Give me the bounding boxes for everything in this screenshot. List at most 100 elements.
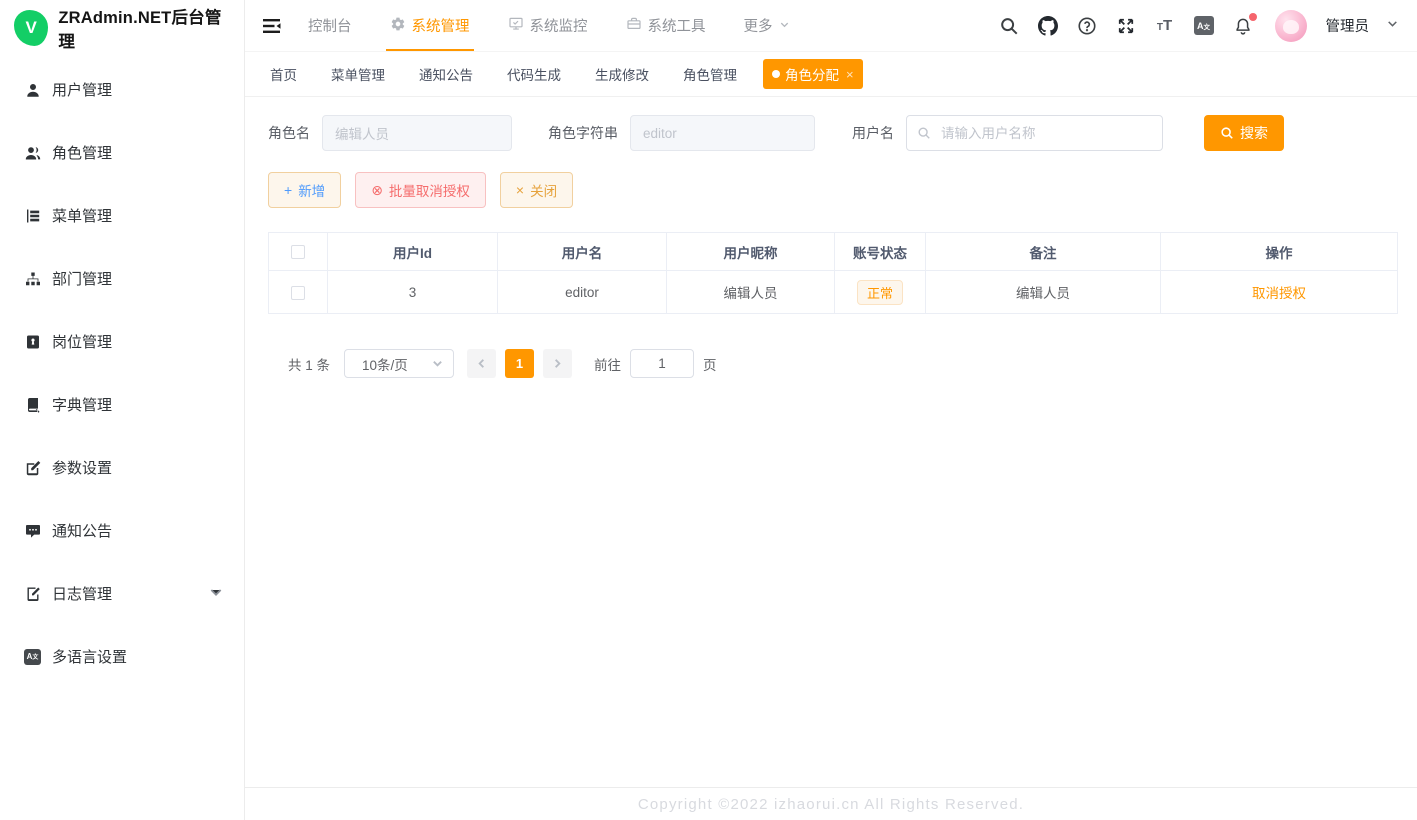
select-all-checkbox[interactable] [291,245,305,259]
chevron-left-icon [476,358,487,369]
fullscreen-icon[interactable] [1115,15,1137,37]
copyright-text: Copyright ©2022 izhaorui.cn All Rights R… [638,796,1024,813]
row-select-cell [269,271,328,314]
sidebar-item-label: 字典管理 [52,394,112,415]
sidebar-item-menus[interactable]: 菜单管理 [0,184,244,247]
cell-remark: 编辑人员 [926,271,1161,314]
sidebar-item-logs[interactable]: 日志管理 [0,562,244,625]
help-icon[interactable] [1076,15,1098,37]
next-page-button[interactable] [543,349,572,378]
logo-row[interactable]: V ZRAdmin.NET后台管理 [0,0,244,56]
sidebar-item-label: 通知公告 [52,520,112,541]
gear-icon [390,16,406,36]
tab-generate-modify[interactable]: 生成修改 [595,64,649,84]
cancel-auth-link[interactable]: 取消授权 [1252,286,1306,301]
nav-item-system-tools[interactable]: 系统工具 [626,0,706,51]
table-row: 3 editor 编辑人员 正常 编辑人员 取消授权 [269,271,1398,314]
app-logo: V [14,10,48,46]
github-icon[interactable] [1037,15,1059,37]
search-icon[interactable] [998,15,1020,37]
sidebar-item-languages[interactable]: A文 多语言设置 [0,625,244,688]
nav-item-system-management[interactable]: 系统管理 [390,0,470,51]
sidebar-item-label: 菜单管理 [52,205,112,226]
tab-code-generation[interactable]: 代码生成 [507,64,561,84]
user-name-input-wrap [906,115,1163,151]
font-size-icon[interactable]: TT [1154,15,1176,37]
col-actions: 操作 [1161,233,1398,271]
batch-cancel-auth-button[interactable]: ⊗ 批量取消授权 [355,172,486,208]
close-icon[interactable]: × [846,67,854,82]
page-content: 角色名 角色字符串 用户名 搜索 + 新增 ⊗ 批量取消授权 [245,97,1417,787]
top-header: 控制台 系统管理 系统监控 系统工具 更多 TT [245,0,1417,52]
tab-menu-management[interactable]: 菜单管理 [331,64,385,84]
sidebar-item-parameters[interactable]: 参数设置 [0,436,244,499]
role-key-field[interactable] [630,115,815,151]
chevron-down-icon [432,358,443,369]
pagination: 共 1 条 10条/页 1 前往 页 [288,349,1397,378]
user-name[interactable]: 管理员 [1326,15,1370,36]
circle-close-icon: ⊗ [371,183,383,197]
batch-cancel-auth-label: 批量取消授权 [389,180,470,200]
goto-label: 前往 [594,354,621,374]
status-badge: 正常 [857,280,903,305]
close-icon: × [516,183,524,197]
page-size-select[interactable]: 10条/页 [344,349,454,378]
row-checkbox[interactable] [291,286,305,300]
tab-role-management[interactable]: 角色管理 [683,64,737,84]
filter-form: 角色名 角色字符串 用户名 搜索 [268,115,1397,151]
user-name-label: 用户名 [852,123,894,143]
nav-item-console[interactable]: 控制台 [308,0,352,51]
tab-role-assign-active[interactable]: 角色分配 × [763,59,863,89]
sidebar-item-users[interactable]: 用户管理 [0,58,244,121]
sidebar-item-dictionary[interactable]: 字典管理 [0,373,244,436]
toolbar: + 新增 ⊗ 批量取消授权 × 关闭 [268,172,1397,208]
sidebar-item-label: 日志管理 [52,583,112,604]
col-user-id: 用户Id [328,233,498,271]
translate-icon[interactable]: A文 [1193,15,1215,37]
collapse-sidebar-icon[interactable] [263,0,282,51]
sidebar-item-roles[interactable]: 角色管理 [0,121,244,184]
sidebar-item-label: 参数设置 [52,457,112,478]
goto-page-input[interactable] [630,349,694,378]
top-nav: 控制台 系统管理 系统监控 系统工具 更多 [308,0,790,51]
search-button[interactable]: 搜索 [1204,115,1284,151]
close-button-label: 关闭 [530,180,557,200]
active-tab-label: 角色分配 [785,64,839,84]
close-button[interactable]: × 关闭 [500,172,573,208]
role-name-field[interactable] [322,115,512,151]
add-button[interactable]: + 新增 [268,172,341,208]
nav-item-more[interactable]: 更多 [744,0,790,51]
sidebar-menu: 用户管理 角色管理 菜单管理 部门管理 岗位管理 字典管理 参数设置 通知公告 [0,58,244,688]
sidebar-item-departments[interactable]: 部门管理 [0,247,244,310]
col-user-name: 用户名 [498,233,667,271]
role-name-label: 角色名 [268,123,310,143]
users-icon [24,144,41,161]
plus-icon: + [284,183,292,197]
cell-action: 取消授权 [1161,271,1398,314]
avatar[interactable] [1275,10,1307,42]
chevron-down-icon[interactable] [1386,17,1399,35]
sidebar: V ZRAdmin.NET后台管理 用户管理 角色管理 菜单管理 部门管理 岗位… [0,0,245,820]
col-nick-name: 用户昵称 [667,233,835,271]
bell-icon[interactable] [1232,15,1254,37]
nav-item-system-monitor[interactable]: 系统监控 [508,0,588,51]
toolbox-icon [626,16,642,36]
table-header-row: 用户Id 用户名 用户昵称 账号状态 备注 操作 [269,233,1398,271]
cell-user-name: editor [498,271,667,314]
footer: Copyright ©2022 izhaorui.cn All Rights R… [245,787,1417,820]
header-actions: TT A文 管理员 [998,0,1400,51]
sidebar-item-notices[interactable]: 通知公告 [0,499,244,562]
prev-page-button[interactable] [467,349,496,378]
page-unit-label: 页 [703,354,717,374]
sidebar-item-posts[interactable]: 岗位管理 [0,310,244,373]
search-icon [1220,126,1234,140]
tab-home[interactable]: 首页 [270,64,297,84]
tab-notices[interactable]: 通知公告 [419,64,473,84]
current-page-button[interactable]: 1 [505,349,534,378]
user-name-field[interactable] [906,115,1163,151]
edit-icon [24,459,41,476]
role-key-label: 角色字符串 [548,123,618,143]
active-tab-dot [772,70,780,78]
tab-bar: 首页 菜单管理 通知公告 代码生成 生成修改 角色管理 角色分配 × [245,52,1417,97]
sidebar-item-label: 岗位管理 [52,331,112,352]
